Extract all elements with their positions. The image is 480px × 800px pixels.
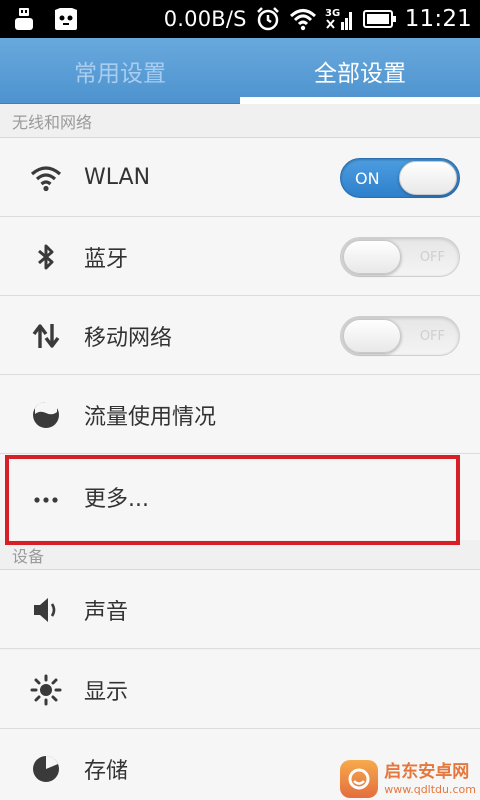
settings-row-display[interactable]: 显示 [0, 650, 480, 729]
watermark-logo-icon [340, 760, 379, 798]
toggle-knob [399, 161, 457, 195]
wlan-toggle[interactable]: ON [340, 158, 460, 198]
watermark: 启东安卓网 www.qdltdu.com [340, 760, 476, 798]
storage-pie-icon [33, 756, 59, 782]
wlan-toggle-state: ON [355, 168, 380, 188]
display-label: 显示 [84, 679, 129, 705]
network-speed: 0.00B/S [163, 7, 247, 31]
status-bar: 0.00B/S 3G 11:21 [0, 0, 480, 38]
data-usage-icon [33, 401, 59, 428]
watermark-url: www.qdltdu.com [384, 782, 476, 796]
cell-signal-icon: 3G [325, 8, 352, 30]
alarm-cat-icon [55, 8, 77, 30]
tab-bar: 常用设置 全部设置 [0, 38, 480, 104]
wlan-label: WLAN [84, 165, 151, 190]
mobile-network-toggle[interactable]: OFF [340, 316, 460, 356]
toggle-knob [343, 319, 401, 353]
speaker-icon [34, 598, 56, 622]
alarm-clock-icon [256, 7, 279, 31]
tab-all-settings[interactable]: 全部设置 [240, 38, 480, 104]
more-label: 更多... [84, 487, 149, 512]
settings-row-sound[interactable]: 声音 [0, 570, 480, 649]
settings-row-mobile-network[interactable]: 移动网络 OFF [0, 296, 480, 375]
settings-row-more[interactable]: 更多... [0, 454, 480, 546]
settings-row-bluetooth[interactable]: 蓝牙 OFF [0, 217, 480, 296]
mobile-network-label: 移动网络 [84, 325, 173, 351]
bluetooth-icon [38, 244, 54, 270]
more-icon [34, 497, 58, 503]
mobile-network-toggle-state: OFF [419, 328, 445, 344]
bluetooth-toggle-state: OFF [419, 249, 445, 265]
usb-debug-icon [15, 8, 33, 30]
bluetooth-label: 蓝牙 [84, 246, 129, 272]
section-header-device: 设备 [0, 540, 480, 570]
tab-active-indicator [240, 97, 480, 104]
mobile-data-icon [32, 324, 60, 348]
settings-row-wlan[interactable]: WLAN ON [0, 138, 480, 217]
watermark-title: 启东安卓网 [384, 761, 470, 782]
wifi-signal-icon [289, 9, 316, 31]
brightness-icon [30, 674, 62, 706]
sound-label: 声音 [84, 599, 129, 625]
toggle-knob [343, 240, 401, 274]
wifi-icon [30, 166, 62, 192]
svg-text:3G: 3G [325, 8, 340, 19]
battery-icon [362, 10, 396, 28]
bluetooth-toggle[interactable]: OFF [340, 237, 460, 277]
tab-common-settings[interactable]: 常用设置 [0, 38, 240, 104]
storage-label: 存储 [84, 758, 129, 784]
data-usage-label: 流量使用情况 [84, 404, 217, 430]
settings-row-data-usage[interactable]: 流量使用情况 [0, 375, 480, 454]
status-time: 11:21 [404, 6, 472, 32]
section-header-wireless: 无线和网络 [0, 104, 480, 138]
